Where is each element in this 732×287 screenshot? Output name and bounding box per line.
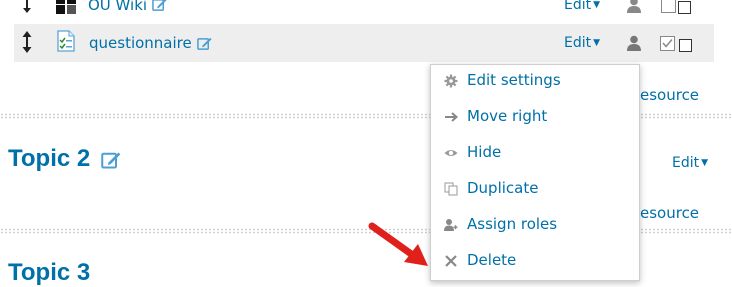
- caret-icon: ▼: [593, 38, 601, 48]
- section-title-text: Topic 2: [8, 145, 91, 172]
- edit-title-icon[interactable]: [101, 150, 121, 170]
- edit-title-icon[interactable]: [197, 36, 212, 51]
- eye-icon: [444, 150, 458, 156]
- caret-icon: ▼: [701, 158, 709, 168]
- menu-item-edit-settings[interactable]: Edit settings: [431, 65, 639, 99]
- menu-item-label: Move right: [467, 107, 548, 125]
- menu-item-assign-roles[interactable]: Assign roles: [431, 209, 639, 243]
- activity-link-questionnaire[interactable]: questionnaire: [89, 34, 192, 52]
- person-icon[interactable]: [627, 0, 641, 13]
- menu-item-duplicate[interactable]: Duplicate: [431, 173, 639, 207]
- section-title-topic-3[interactable]: Topic 3: [8, 259, 90, 287]
- edit-title-icon[interactable]: [152, 0, 167, 12]
- edit-dropdown-menu: Edit settings Move right Hide Duplicate …: [430, 64, 640, 281]
- activity-row-questionnaire: questionnaire Edit ▼: [14, 24, 714, 62]
- wiki-icon: [56, 0, 76, 14]
- activity-row-ou-wiki: OU Wiki Edit ▼: [0, 0, 732, 22]
- close-icon: [445, 255, 457, 267]
- menu-item-move-right[interactable]: Move right: [431, 101, 639, 135]
- menu-item-label: Duplicate: [467, 179, 539, 197]
- assign-roles-icon: [444, 219, 458, 231]
- duplicate-icon: [444, 182, 458, 196]
- completion-checkbox[interactable]: [660, 36, 675, 51]
- questionnaire-icon: [57, 30, 75, 52]
- section-edit-menu[interactable]: Edit ▼: [672, 155, 708, 171]
- section-title-text: Topic 3: [8, 259, 91, 286]
- move-icon[interactable]: [22, 0, 32, 13]
- select-checkbox-top[interactable]: [678, 1, 691, 14]
- menu-item-delete[interactable]: Delete: [431, 245, 639, 279]
- edit-label: Edit: [672, 155, 700, 171]
- move-icon[interactable]: [22, 31, 32, 53]
- menu-item-label: Hide: [467, 143, 502, 161]
- caret-icon: ▼: [593, 0, 601, 10]
- add-resource-link[interactable]: esource: [640, 86, 699, 104]
- section-title-topic-2[interactable]: Topic 2: [8, 145, 121, 173]
- menu-item-label: Edit settings: [467, 71, 561, 89]
- red-arrow-annotation: [368, 222, 428, 266]
- edit-menu-toggle[interactable]: Edit ▼: [564, 35, 600, 51]
- edit-label: Edit: [564, 35, 592, 51]
- menu-item-label: Assign roles: [467, 215, 558, 233]
- person-icon[interactable]: [627, 35, 641, 51]
- menu-item-hide[interactable]: Hide: [431, 137, 639, 171]
- edit-menu-top[interactable]: Edit ▼: [564, 0, 600, 13]
- menu-item-label: Delete: [467, 251, 517, 269]
- edit-label: Edit: [564, 0, 592, 13]
- add-resource-link[interactable]: esource: [640, 204, 699, 222]
- activity-link-ou-wiki[interactable]: OU Wiki: [88, 0, 147, 14]
- completion-checkbox-top[interactable]: [661, 0, 676, 13]
- gear-icon: [444, 74, 458, 88]
- arrow-right-icon: [445, 112, 458, 122]
- select-checkbox[interactable]: [679, 39, 692, 52]
